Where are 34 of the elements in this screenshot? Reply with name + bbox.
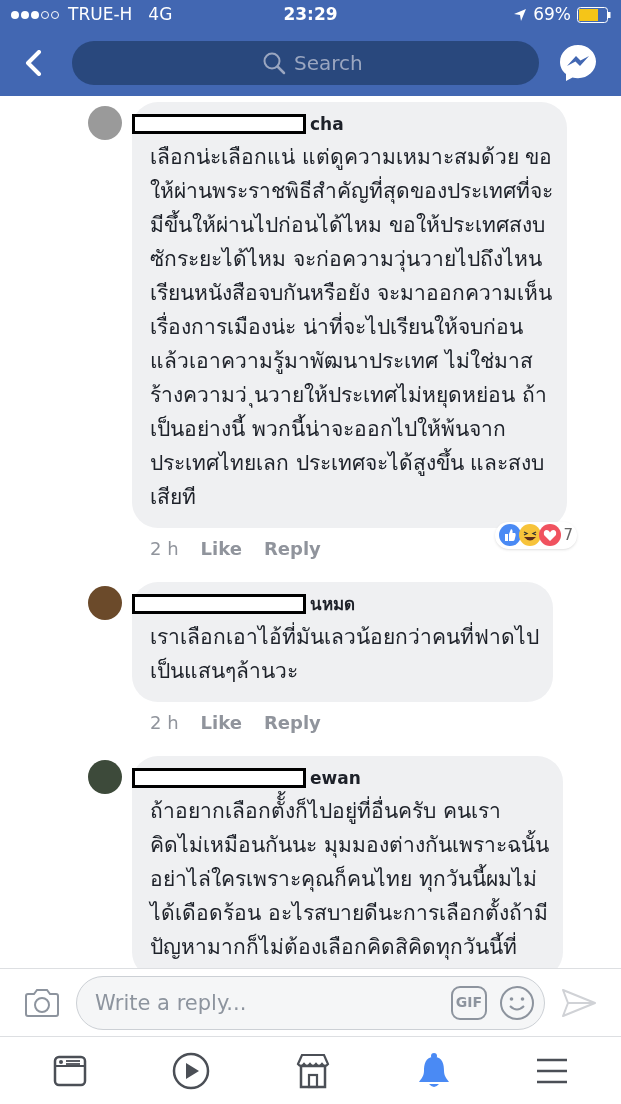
like-link[interactable]: Like [200,534,242,562]
like-link[interactable]: Like [200,708,242,736]
network-type: 4G [148,3,173,27]
play-icon[interactable] [172,1051,211,1090]
reply-link[interactable]: Reply [263,708,321,736]
commenter-name[interactable]: ewan [310,766,361,792]
carrier-name: TRUE-H [68,3,133,27]
signal-icon [10,10,62,20]
comment-text: เราเลือกเอาไอ้ที่มันเลวน้อยกว่าคนที่ฟาดไป เป็นแสนๆล้านวะ [150,620,539,688]
commenter-name[interactable]: cha [310,112,344,138]
clock: 23:29 [283,3,338,27]
heart-reaction-icon [539,524,562,547]
comment-text: เลือกน่ะเลือกแน่ แต่ดูความเหมาะสมด้วย ขอ ให้ผ่านพระราชพิธีสำคัญที่สุดของประเทศที่จะ มีขึ้นให้ผ่านไปก่อนได้ไหม ขอให้ประเทศสงบ ซักระยะได้ไหม จะก่อความวุ่นวายไปถึงไหน เรียนหนังสือจบกันหรือยัง จะมาออกความเห็น เรื่องการเมืองน่ะ น่าที่จะไปเรียนให้จบก่อน แล้วเอาความรู้มาพัฒนาประเทศ ไม่ใช่มาส ร้างความว่ ุนวายให้ประเทศไม่หยุดหย่อน ถ้า เป็นอย่างนี้ พวกนี้น่าจะออกไปให้พ้นจาก ประเทศไทยเลก ประเทศจะได้สูงขึ้น และสงบ เสียที [150,144,553,511]
commenter-name[interactable]: นหมด [310,592,355,618]
back-icon[interactable] [24,50,42,76]
battery-percent: 69% [533,3,571,27]
timestamp: 2 h [150,710,179,735]
bell-icon[interactable] [416,1051,451,1090]
avatar[interactable] [88,760,122,794]
gif-button[interactable]: GIF [451,985,487,1020]
like-reaction-icon [499,524,522,547]
reaction-count: 7 [563,525,573,546]
search-field[interactable]: Search [72,41,539,85]
reactions-badge[interactable]: 7 [495,522,577,549]
location-arrow-icon [513,8,528,22]
laugh-reaction-icon [519,524,542,547]
camera-icon[interactable] [24,987,60,1018]
smiley-icon[interactable] [499,984,535,1021]
messenger-icon[interactable] [559,44,597,82]
timestamp: 2 h [150,536,179,561]
avatar[interactable] [88,586,122,620]
battery-icon [577,7,611,23]
search-icon [262,51,286,75]
reply-link[interactable]: Reply [263,534,321,562]
